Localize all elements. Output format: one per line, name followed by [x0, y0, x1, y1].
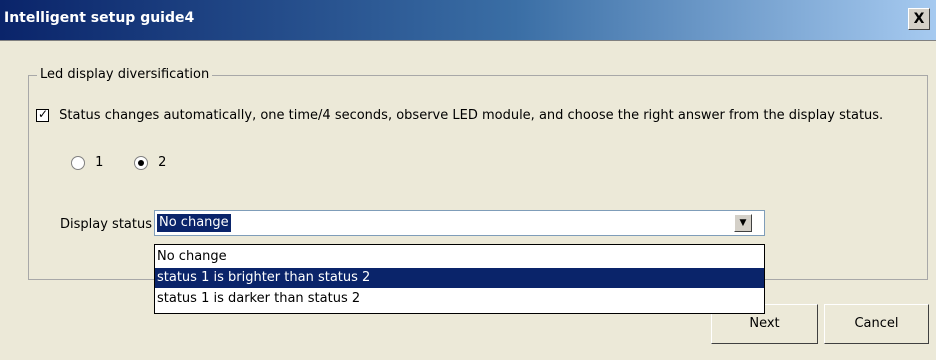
- display-status-label: Display status: [60, 217, 152, 232]
- dropdown-option-darker[interactable]: status 1 is darker than status 2: [155, 289, 764, 309]
- title-bar: Intelligent setup guide4 X: [0, 0, 936, 41]
- checkmark-icon: ✓: [38, 107, 49, 121]
- group-legend: Led display diversification: [37, 67, 213, 82]
- radio-label-1: 1: [95, 155, 104, 170]
- close-icon: X: [913, 11, 925, 27]
- dropdown-option-no-change[interactable]: No change: [155, 247, 764, 267]
- display-status-value: No change: [157, 214, 231, 232]
- display-status-select[interactable]: No change ▼: [154, 210, 765, 236]
- radio-option-2[interactable]: 2: [134, 155, 166, 173]
- dropdown-option-brighter[interactable]: status 1 is brighter than status 2: [155, 268, 764, 288]
- auto-change-label: Status changes automatically, one time/4…: [59, 108, 884, 123]
- radio-selected-icon: [138, 159, 144, 166]
- display-status-dropdown: No change status 1 is brighter than stat…: [154, 244, 765, 314]
- radio-button-2[interactable]: [134, 155, 148, 170]
- dropdown-arrow-icon[interactable]: ▼: [734, 214, 752, 232]
- close-button[interactable]: X: [908, 8, 930, 30]
- window-title: Intelligent setup guide4: [4, 10, 195, 26]
- radio-label-2: 2: [158, 155, 167, 170]
- radio-option-1[interactable]: 1: [71, 155, 103, 173]
- auto-change-option[interactable]: ✓ Status changes automatically, one time…: [36, 107, 884, 126]
- cancel-button[interactable]: Cancel: [824, 304, 929, 344]
- auto-change-checkbox[interactable]: ✓: [36, 107, 49, 122]
- radio-button-1[interactable]: [71, 155, 85, 170]
